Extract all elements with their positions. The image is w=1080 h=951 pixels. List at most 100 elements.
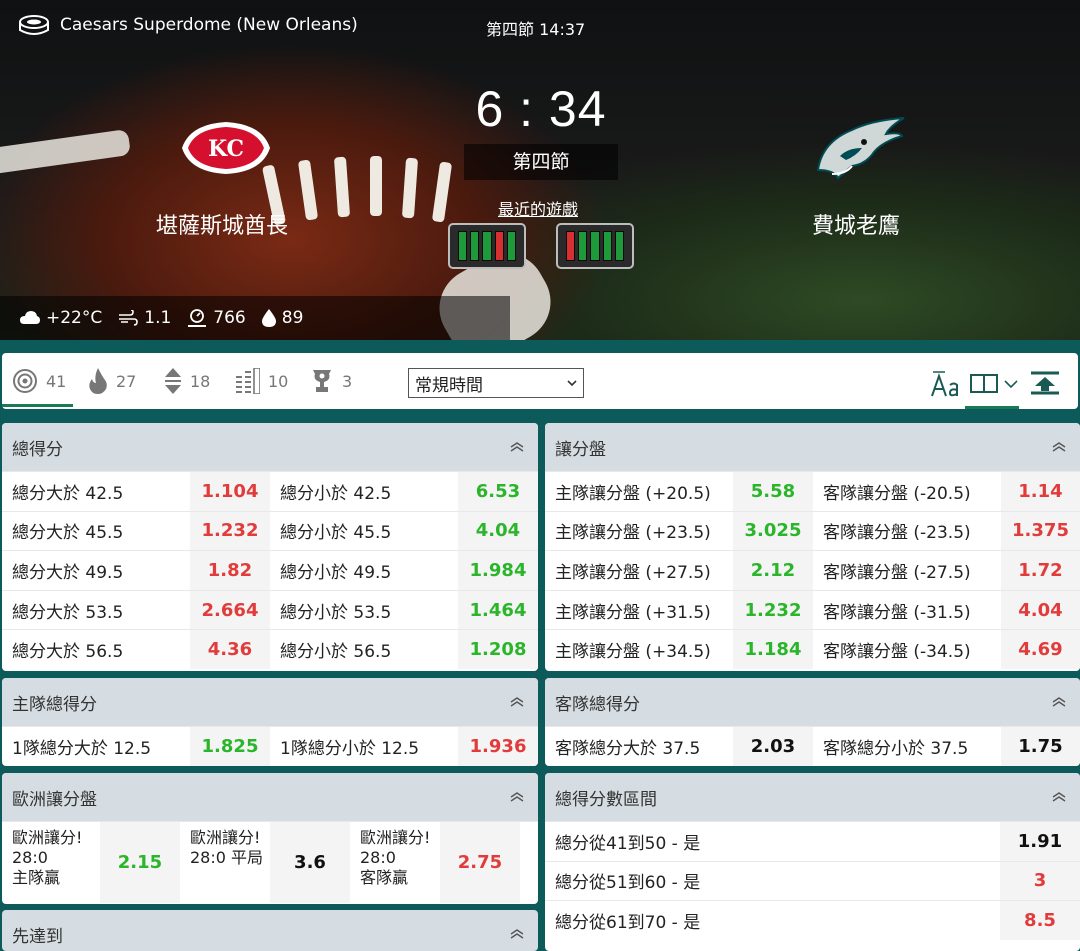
market-total-points: 總得分 總分大於 42.5 1.104 總分小於 42.5 6.53 總分大於 45.5… xyxy=(2,423,538,671)
odds-button[interactable]: 1.464 xyxy=(458,590,538,630)
selection-label-line: 28:0 xyxy=(12,848,48,867)
chevron-up-icon[interactable] xyxy=(510,792,524,802)
market-points-range: 總得分數區間 總分從41到50 - 是 1.91 總分從51到60 - 是 3 總分從6… xyxy=(545,773,1080,951)
chevron-up-icon[interactable] xyxy=(510,697,524,707)
active-tab-indicator xyxy=(2,404,73,407)
chiefs-logo: KC xyxy=(182,122,270,174)
market-home-total: 主隊總得分 1隊總分大於 12.5 1.825 1隊總分小於 12.5 1.936 xyxy=(2,678,538,766)
temperature: +22°C xyxy=(46,308,103,328)
odds-button[interactable]: 4.04 xyxy=(1001,590,1080,630)
chevron-up-icon[interactable] xyxy=(510,929,524,939)
market-row: 主隊讓分盤 (+27.5) 2.12 客隊讓分盤 (-27.5) 1.72 xyxy=(545,550,1080,590)
market-row: 總分大於 56.5 4.36 總分小於 56.5 1.208 xyxy=(2,629,538,669)
tab-totals[interactable]: 18 xyxy=(164,368,210,394)
selection-label: 總分小於 53.5 xyxy=(280,602,392,623)
period-select[interactable]: 常規時間 xyxy=(408,368,584,398)
odds-button[interactable]: 1.936 xyxy=(458,727,538,766)
selection-label-line: 28:0 平局 xyxy=(190,848,264,867)
chevron-up-icon[interactable] xyxy=(1052,697,1066,707)
selection-label: 客隊讓分盤 (-34.5) xyxy=(823,642,971,663)
pressure: 766 xyxy=(213,308,246,328)
selection-label: 總分從61到70 - 是 xyxy=(555,912,701,933)
market-title: 主隊總得分 xyxy=(12,694,97,715)
odds-button[interactable]: 1.91 xyxy=(1000,822,1080,861)
market-row: 總分大於 45.5 1.232 總分小於 45.5 4.04 xyxy=(2,510,538,551)
tab-specials[interactable]: 3 xyxy=(310,368,352,394)
period-select-value: 常規時間 xyxy=(415,375,483,396)
tab-count: 27 xyxy=(116,371,137,391)
market-header[interactable]: 歐洲讓分盤 xyxy=(2,773,538,821)
odds-button[interactable]: 1.984 xyxy=(458,551,538,590)
market-header[interactable]: 主隊總得分 xyxy=(2,678,538,726)
odds-button[interactable]: 8.5 xyxy=(1000,901,1080,940)
form-win xyxy=(614,231,625,261)
font-size-icon[interactable] xyxy=(930,370,960,398)
selection-label: 主隊讓分盤 (+23.5) xyxy=(555,523,711,544)
selection-label: 客隊讓分盤 (-27.5) xyxy=(823,562,971,583)
market-row: 主隊讓分盤 (+34.5) 1.184 客隊讓分盤 (-34.5) 4.69 xyxy=(545,629,1080,669)
chevron-up-icon[interactable] xyxy=(1052,792,1066,802)
odds-button[interactable]: 1.825 xyxy=(190,727,270,766)
chevron-up-icon[interactable] xyxy=(1052,442,1066,452)
market-title: 客隊總得分 xyxy=(555,694,640,715)
wind-speed: 1.1 xyxy=(144,308,172,328)
form-win xyxy=(602,231,612,261)
tab-count: 18 xyxy=(190,371,211,391)
layout-columns-icon[interactable] xyxy=(970,372,1022,396)
odds-button[interactable]: 2.15 xyxy=(100,822,180,903)
market-header[interactable]: 總得分 xyxy=(2,423,538,471)
market-row: 總分從51到60 - 是 3 xyxy=(545,860,1080,901)
market-row: 總分大於 53.5 2.664 總分小於 53.5 1.464 xyxy=(2,589,538,630)
tab-all-markets[interactable]: 41 xyxy=(12,368,66,394)
updown-icon xyxy=(165,368,181,394)
odds-button[interactable]: 1.232 xyxy=(190,511,270,551)
pressure-icon xyxy=(188,309,207,327)
odds-button[interactable]: 2.03 xyxy=(733,727,813,766)
recent-games-link[interactable]: 最近的遊戲 xyxy=(498,196,578,220)
selection-label: 客隊讓分盤 (-23.5) xyxy=(823,523,971,544)
odds-button[interactable]: 1.184 xyxy=(733,630,813,669)
selection-label-line: 主隊贏 xyxy=(12,868,61,887)
collapse-all-icon[interactable] xyxy=(1030,371,1060,395)
odds-button[interactable]: 1.75 xyxy=(1001,727,1080,766)
home-recent-form[interactable] xyxy=(448,223,526,269)
market-header[interactable]: 讓分盤 xyxy=(545,423,1080,471)
home-team-name: 堪薩斯城酋長 xyxy=(156,214,289,239)
market-row: 總分大於 42.5 1.104 總分小於 42.5 6.53 xyxy=(2,471,538,511)
odds-button[interactable]: 1.72 xyxy=(1001,551,1080,590)
odds-button[interactable]: 3.025 xyxy=(733,511,813,551)
weather-bar: +22°C 1.1 766 89 xyxy=(0,296,510,340)
tab-popular[interactable]: 27 xyxy=(88,368,136,394)
venue: Caesars Superdome (New Orleans) xyxy=(18,14,358,36)
odds-button[interactable]: 4.69 xyxy=(1001,630,1080,669)
odds-button[interactable]: 1.232 xyxy=(733,590,813,630)
odds-button[interactable]: 4.36 xyxy=(190,630,270,669)
form-win xyxy=(506,231,517,261)
odds-button[interactable]: 1.375 xyxy=(1001,511,1080,551)
market-header[interactable]: 先達到 xyxy=(2,910,538,951)
market-header[interactable]: 總得分數區間 xyxy=(545,773,1080,821)
away-recent-form[interactable] xyxy=(556,223,634,269)
chevron-up-icon[interactable] xyxy=(510,442,524,452)
odds-button[interactable]: 3.6 xyxy=(270,822,350,903)
market-header[interactable]: 客隊總得分 xyxy=(545,678,1080,726)
odds-button[interactable]: 1.82 xyxy=(190,551,270,590)
odds-button[interactable]: 2.12 xyxy=(733,551,813,590)
market-title: 歐洲讓分盤 xyxy=(12,789,97,810)
odds-button[interactable]: 1.104 xyxy=(190,472,270,511)
odds-button[interactable]: 2.75 xyxy=(440,822,520,903)
odds-button[interactable]: 6.53 xyxy=(458,472,538,511)
selection-label-line: 歐洲讓分! xyxy=(360,828,431,847)
bars-icon xyxy=(236,368,260,394)
selection-label: 主隊讓分盤 (+31.5) xyxy=(555,602,711,623)
market-row: 總分大於 49.5 1.82 總分小於 49.5 1.984 xyxy=(2,550,538,590)
odds-button[interactable]: 1.14 xyxy=(1001,472,1080,511)
odds-button[interactable]: 5.58 xyxy=(733,472,813,511)
odds-button[interactable]: 3 xyxy=(1000,861,1080,901)
tab-count: 10 xyxy=(268,371,289,391)
odds-button[interactable]: 2.664 xyxy=(190,590,270,630)
odds-button[interactable]: 1.208 xyxy=(458,630,538,669)
tab-handicaps[interactable]: 10 xyxy=(236,368,288,394)
selection-label: 總分從41到50 - 是 xyxy=(555,833,701,854)
odds-button[interactable]: 4.04 xyxy=(458,511,538,551)
